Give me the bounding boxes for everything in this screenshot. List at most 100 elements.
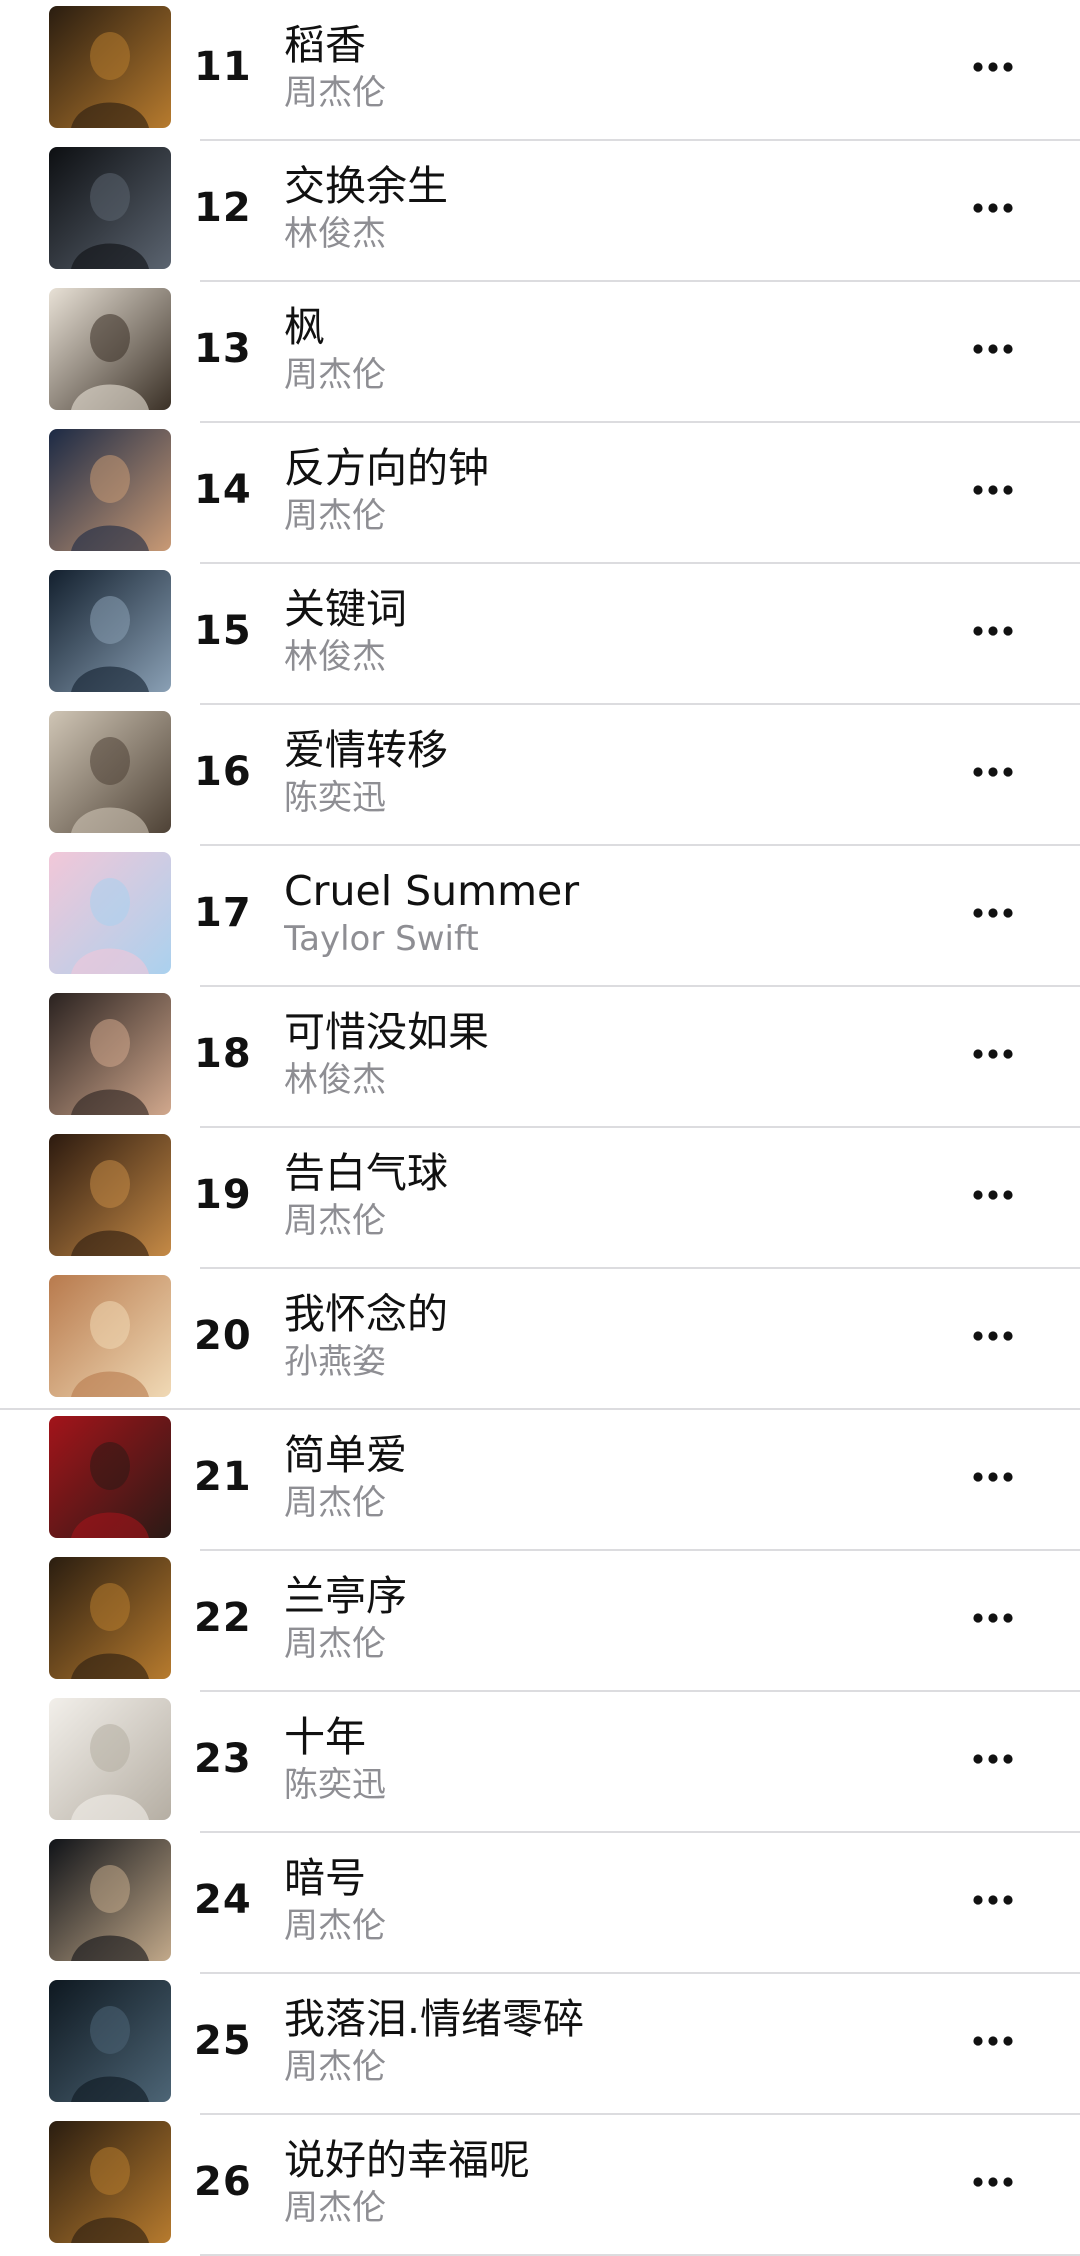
album-artwork[interactable] — [49, 1698, 171, 1820]
more-options-button[interactable] — [958, 465, 1028, 515]
song-row[interactable]: 14 反方向的钟 周杰伦 — [0, 423, 1080, 564]
rank-number: 19 — [194, 1172, 252, 1218]
more-horizontal-icon — [958, 42, 1028, 92]
more-horizontal-icon — [958, 1593, 1028, 1643]
more-options-button[interactable] — [958, 606, 1028, 656]
song-title: 我怀念的 — [284, 1290, 448, 1338]
more-horizontal-icon — [958, 1311, 1028, 1361]
song-title: 枫 — [284, 303, 325, 351]
rank-number: 13 — [194, 326, 252, 372]
artist-name: 周杰伦 — [284, 1624, 386, 1664]
album-artwork[interactable] — [49, 6, 171, 128]
artist-name: 林俊杰 — [284, 214, 386, 254]
song-title: 我落泪.情绪零碎 — [284, 1995, 585, 2043]
song-row[interactable]: 20 我怀念的 孙燕姿 — [0, 1269, 1080, 1410]
song-row[interactable]: 15 关键词 林俊杰 — [0, 564, 1080, 705]
rank-number: 26 — [194, 2159, 252, 2205]
artist-name: Taylor Swift — [284, 919, 479, 959]
song-row[interactable]: 24 暗号 周杰伦 — [0, 1833, 1080, 1974]
song-title: 反方向的钟 — [284, 444, 489, 492]
more-horizontal-icon — [958, 747, 1028, 797]
album-artwork[interactable] — [49, 1416, 171, 1538]
song-row[interactable]: 19 告白气球 周杰伦 — [0, 1128, 1080, 1269]
more-horizontal-icon — [958, 1029, 1028, 1079]
more-horizontal-icon — [958, 1452, 1028, 1502]
more-options-button[interactable] — [958, 888, 1028, 938]
rank-number: 15 — [194, 608, 252, 654]
album-artwork[interactable] — [49, 1275, 171, 1397]
rank-number: 11 — [194, 44, 252, 90]
album-artwork[interactable] — [49, 429, 171, 551]
artist-name: 周杰伦 — [284, 2188, 386, 2228]
song-row[interactable]: 17 Cruel Summer Taylor Swift — [0, 846, 1080, 987]
artist-name: 周杰伦 — [284, 73, 386, 113]
song-row[interactable]: 13 枫周杰伦 — [0, 282, 1080, 423]
artist-name: 孙燕姿 — [284, 1342, 386, 1382]
artist-name: 周杰伦 — [284, 1483, 386, 1523]
song-title: 说好的幸福呢 — [284, 2136, 530, 2184]
more-options-button[interactable] — [958, 1734, 1028, 1784]
song-row[interactable]: 21 简单爱 周杰伦 — [0, 1410, 1080, 1551]
song-row[interactable]: 26 说好的幸福呢 周杰伦 — [0, 2115, 1080, 2256]
artist-name: 陈奕迅 — [284, 778, 386, 818]
more-options-button[interactable] — [958, 2016, 1028, 2066]
song-title: 交换余生 — [284, 162, 448, 210]
more-horizontal-icon — [958, 2016, 1028, 2066]
album-artwork[interactable] — [49, 288, 171, 410]
more-options-button[interactable] — [958, 183, 1028, 233]
album-artwork[interactable] — [49, 2121, 171, 2243]
artist-name: 林俊杰 — [284, 1060, 386, 1100]
song-title: 告白气球 — [284, 1149, 448, 1197]
more-options-button[interactable] — [958, 1593, 1028, 1643]
artist-name: 周杰伦 — [284, 355, 386, 395]
album-artwork[interactable] — [49, 852, 171, 974]
more-options-button[interactable] — [958, 1311, 1028, 1361]
song-row[interactable]: 23 十年 陈奕迅 — [0, 1692, 1080, 1833]
album-artwork[interactable] — [49, 570, 171, 692]
more-options-button[interactable] — [958, 1875, 1028, 1925]
rank-number: 16 — [194, 749, 252, 795]
album-artwork[interactable] — [49, 993, 171, 1115]
album-artwork[interactable] — [49, 1839, 171, 1961]
artist-name: 陈奕迅 — [284, 1765, 386, 1805]
more-options-button[interactable] — [958, 2157, 1028, 2207]
album-artwork[interactable] — [49, 1557, 171, 1679]
song-title: 稻香 — [284, 21, 366, 69]
song-title: 暗号 — [284, 1854, 366, 1902]
artist-name: 周杰伦 — [284, 496, 386, 536]
song-row[interactable]: 25 我落泪.情绪零碎 周杰伦 — [0, 1974, 1080, 2115]
song-row[interactable]: 22 兰亭序 周杰伦 — [0, 1551, 1080, 1692]
song-title: 可惜没如果 — [284, 1008, 489, 1056]
more-options-button[interactable] — [958, 42, 1028, 92]
song-row[interactable]: 11 稻香 周杰伦 — [0, 0, 1080, 141]
artist-name: 周杰伦 — [284, 1906, 386, 1946]
rank-number: 18 — [194, 1031, 252, 1077]
song-list: 11 稻香 周杰伦 12 交换余生 林俊杰 13 枫周杰伦 14 反方向的钟 周杰伦 15 关键词 林俊杰… — [0, 0, 1080, 2256]
artist-name: 周杰伦 — [284, 2047, 386, 2087]
rank-number: 21 — [194, 1454, 252, 1500]
album-artwork[interactable] — [49, 1980, 171, 2102]
rank-number: 17 — [194, 890, 252, 936]
more-options-button[interactable] — [958, 1170, 1028, 1220]
song-title: 爱情转移 — [284, 726, 448, 774]
album-artwork[interactable] — [49, 711, 171, 833]
more-horizontal-icon — [958, 324, 1028, 374]
more-horizontal-icon — [958, 183, 1028, 233]
rank-number: 25 — [194, 2018, 252, 2064]
rank-number: 23 — [194, 1736, 252, 1782]
song-row[interactable]: 16 爱情转移 陈奕迅 — [0, 705, 1080, 846]
album-artwork[interactable] — [49, 147, 171, 269]
song-title: Cruel Summer — [284, 867, 580, 915]
more-options-button[interactable] — [958, 1029, 1028, 1079]
more-horizontal-icon — [958, 1734, 1028, 1784]
more-options-button[interactable] — [958, 747, 1028, 797]
song-title: 简单爱 — [284, 1431, 407, 1479]
song-title: 十年 — [284, 1713, 366, 1761]
more-options-button[interactable] — [958, 324, 1028, 374]
album-artwork[interactable] — [49, 1134, 171, 1256]
song-row[interactable]: 18 可惜没如果 林俊杰 — [0, 987, 1080, 1128]
more-options-button[interactable] — [958, 1452, 1028, 1502]
more-horizontal-icon — [958, 888, 1028, 938]
more-horizontal-icon — [958, 1875, 1028, 1925]
song-row[interactable]: 12 交换余生 林俊杰 — [0, 141, 1080, 282]
